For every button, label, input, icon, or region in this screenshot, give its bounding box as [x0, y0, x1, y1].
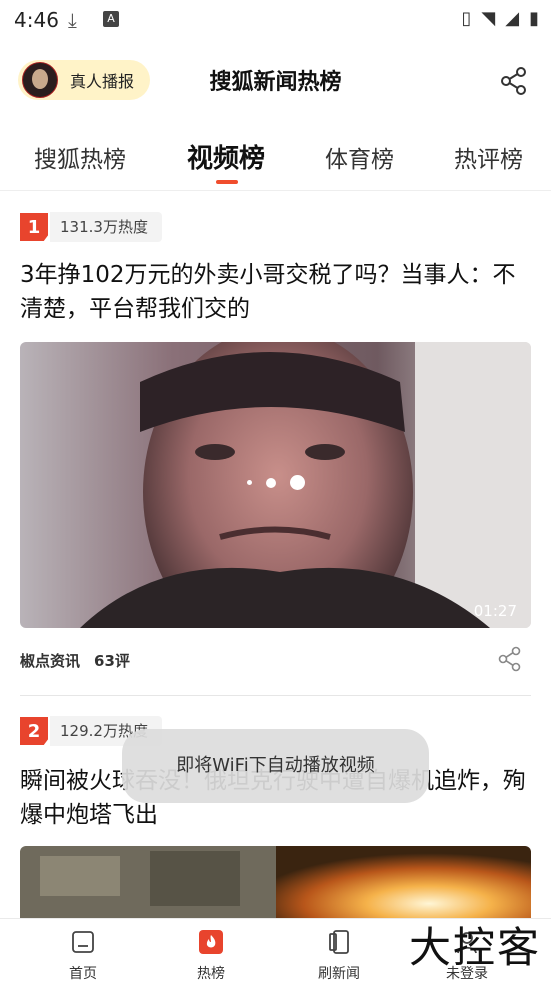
watermark: 大控客: [408, 923, 541, 972]
loading-indicator: [20, 475, 531, 490]
app-notification-icon: A: [103, 11, 119, 27]
rank-row: 1 131.3万热度: [20, 212, 162, 242]
tab-bar: 搜狐热榜 视频榜 体育榜 热评榜: [0, 132, 551, 191]
active-tab-indicator: [216, 180, 238, 184]
home-icon: [72, 931, 94, 953]
nav-label: 热榜: [197, 966, 225, 982]
cards-icon: [329, 930, 349, 954]
nav-hot-list[interactable]: 热榜: [166, 925, 256, 983]
headline[interactable]: 3年挣102万元的外卖小哥交税了吗？当事人：不清楚，平台帮我们交的: [20, 258, 532, 326]
source-label[interactable]: 椒点资讯: [20, 650, 80, 671]
video-thumbnail[interactable]: 01:27: [20, 342, 531, 628]
signal-icon: ◢: [505, 8, 520, 29]
wifi-icon: ◥: [481, 8, 496, 29]
share-icon[interactable]: [499, 66, 529, 96]
page-title: 搜狐新闻热榜: [209, 70, 342, 95]
heat-label: 131.3万热度: [50, 212, 162, 242]
video-frame: [20, 846, 531, 918]
app-header: 真人播报 搜狐新闻热榜: [0, 42, 551, 124]
share-icon[interactable]: [497, 646, 523, 672]
status-time: 4:46: [14, 8, 59, 32]
card-meta: 椒点资讯 63评: [20, 650, 130, 671]
tab-video[interactable]: 视频榜: [187, 138, 265, 175]
vibrate-icon: ▯: [461, 8, 472, 29]
video-duration: 01:27: [473, 602, 517, 620]
nav-label: 刷新闻: [318, 966, 360, 982]
tab-sohu-hot[interactable]: 搜狐热榜: [34, 140, 126, 174]
flame-icon: [199, 930, 223, 954]
video-thumbnail[interactable]: [20, 846, 531, 918]
nav-label: 首页: [69, 966, 97, 982]
battery-icon: ▮: [529, 8, 539, 29]
divider: [20, 695, 531, 696]
news-card[interactable]: 1 131.3万热度 3年挣102万元的外卖小哥交税了吗？当事人：不清楚，平台帮…: [0, 212, 551, 696]
tab-hot-comments[interactable]: 热评榜: [454, 140, 523, 174]
tab-sports[interactable]: 体育榜: [325, 140, 394, 174]
comment-count[interactable]: 63评: [94, 650, 130, 671]
download-icon: ⤓: [68, 8, 77, 32]
rank-badge: 1: [20, 213, 48, 241]
nav-home[interactable]: 首页: [38, 925, 128, 983]
status-bar: 4:46 ⤓ A ▯ ◥ ◢ ▮: [0, 0, 551, 42]
autoplay-toast: 即将WiFi下自动播放视频: [122, 729, 429, 803]
status-icons: ▯ ◥ ◢ ▮: [462, 8, 540, 29]
nav-browse-news[interactable]: 刷新闻: [294, 925, 384, 983]
rank-badge: 2: [20, 717, 48, 745]
